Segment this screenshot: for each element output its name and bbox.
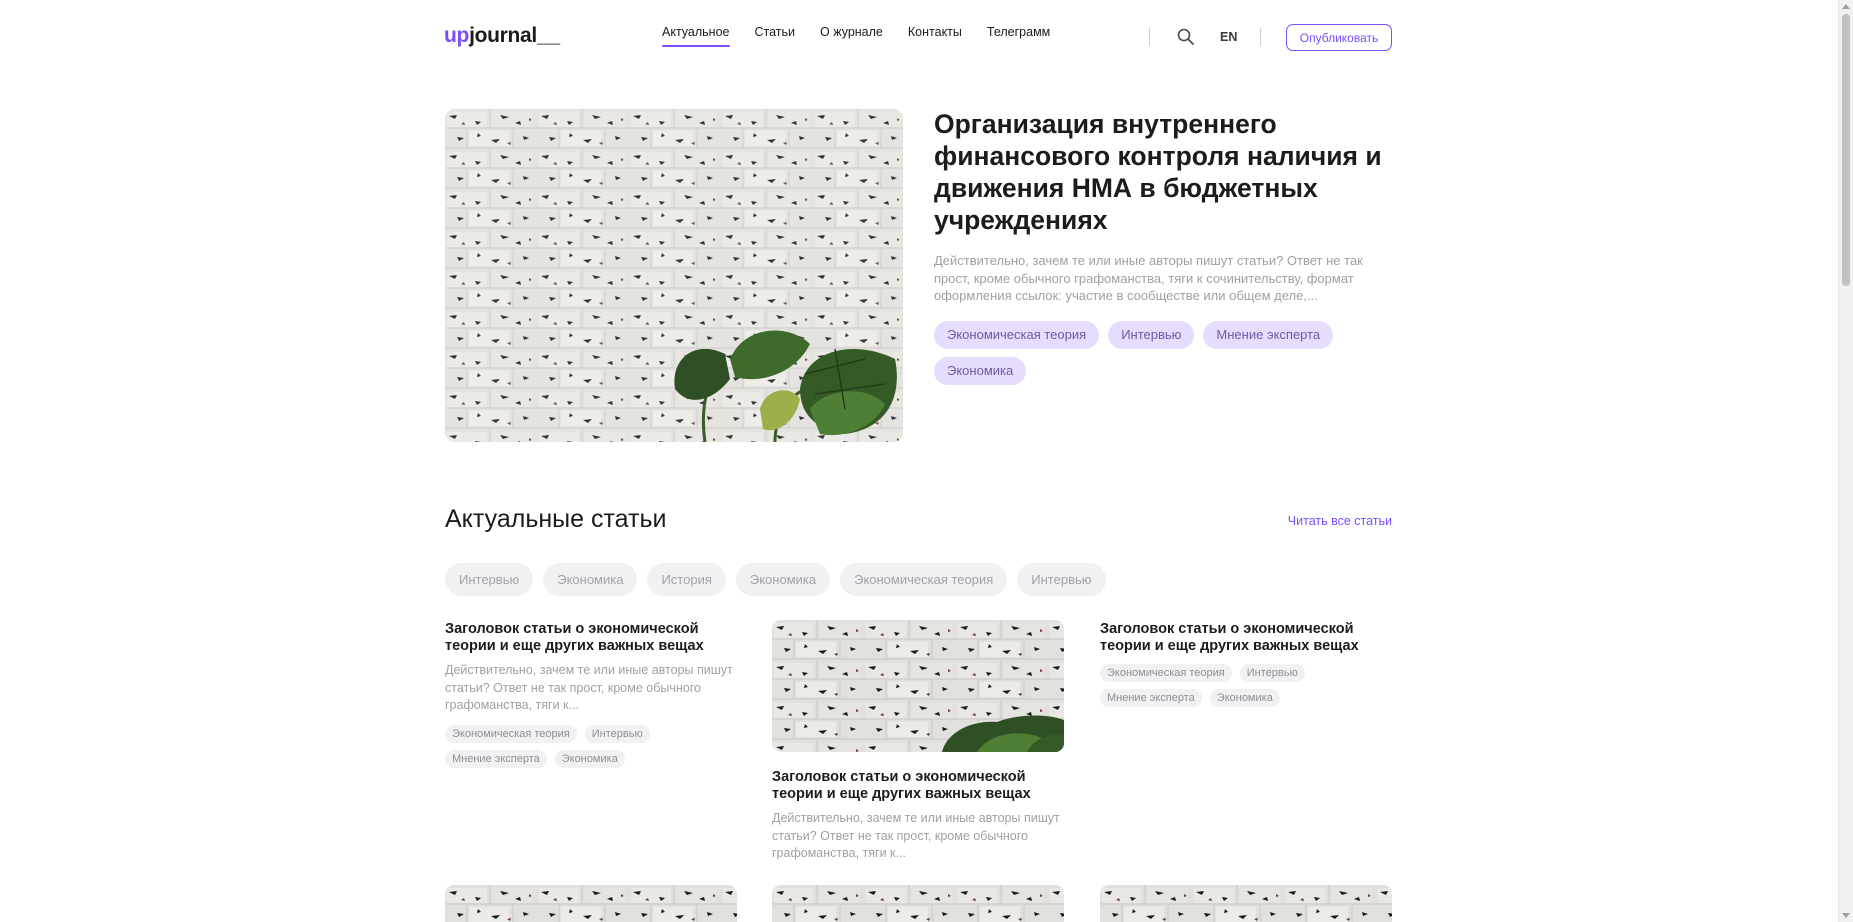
card-description: Действительно, зачем те или иные авторы …: [445, 663, 733, 712]
filter-pill[interactable]: Экономика: [735, 563, 831, 596]
main-nav: Актуальное Статьи О журнале Контакты Тел…: [662, 25, 1050, 47]
nav-item-articles[interactable]: Статьи: [755, 25, 796, 47]
section-title: Актуальные статьи: [445, 505, 667, 533]
header-divider: [1260, 28, 1261, 46]
nav-item-about[interactable]: О журнале: [820, 25, 883, 47]
scroll-down-arrow-icon[interactable]: [1842, 913, 1850, 918]
category-filters: Интервью Экономика История Экономика Эко…: [445, 563, 1106, 596]
card-title[interactable]: Заголовок статьи о экономической теории …: [1100, 621, 1392, 654]
tag-pill[interactable]: Экономика: [554, 749, 625, 768]
tag-pill[interactable]: Экономическая теория: [934, 320, 1100, 349]
nav-item-contacts[interactable]: Контакты: [908, 25, 962, 47]
card-image[interactable]: [772, 885, 1064, 922]
hero-description: Действительно, зачем те или иные авторы …: [934, 253, 1363, 303]
card-title[interactable]: Заголовок статьи о экономической теории …: [445, 621, 737, 654]
tag-pill[interactable]: Интервью: [1108, 320, 1195, 349]
card-title[interactable]: Заголовок статьи о экономической теории …: [772, 769, 1064, 802]
card-description: Действительно, зачем те или иные авторы …: [772, 811, 1060, 860]
tag-pill[interactable]: Мнение эксперта: [1100, 689, 1202, 707]
tag-pill[interactable]: Экономическая теория: [1100, 664, 1232, 682]
tag-pill[interactable]: Мнение эксперта: [445, 749, 547, 768]
filter-pill[interactable]: История: [647, 563, 726, 596]
language-switch[interactable]: EN: [1220, 30, 1237, 44]
card-tags: Экономическая теория Интервью Мнение экс…: [1100, 664, 1392, 707]
hero-article: Организация внутреннего финансового конт…: [934, 108, 1392, 385]
search-icon[interactable]: [1176, 27, 1196, 47]
publish-button[interactable]: Опубликовать: [1286, 24, 1392, 51]
tag-pill[interactable]: Экономика: [1209, 689, 1280, 707]
scroll-up-arrow-icon[interactable]: [1842, 4, 1850, 9]
tag-pill[interactable]: Мнение эксперта: [1203, 320, 1334, 349]
tag-pill[interactable]: Интервью: [584, 724, 650, 743]
card-image[interactable]: [1100, 885, 1392, 922]
filter-pill[interactable]: Интервью: [1017, 563, 1106, 596]
article-card[interactable]: Заголовок статьи о экономической теории …: [772, 620, 1064, 863]
filter-pill[interactable]: Экономическая теория: [840, 563, 1008, 596]
read-all-link[interactable]: Читать все статьи: [1288, 514, 1392, 528]
scrollbar[interactable]: [1838, 0, 1853, 922]
nav-item-actual[interactable]: Актуальное: [662, 25, 730, 47]
tag-pill[interactable]: Интервью: [1239, 664, 1305, 682]
filter-pill[interactable]: Экономика: [543, 563, 638, 596]
card-tags: Экономическая теория Интервью Мнение экс…: [445, 724, 737, 768]
card-image[interactable]: [772, 620, 1064, 752]
hero-image[interactable]: [445, 109, 903, 442]
card-image[interactable]: [445, 885, 737, 922]
logo[interactable]: upjournal__: [444, 24, 560, 48]
scrollbar-thumb[interactable]: [1842, 14, 1850, 286]
tag-pill[interactable]: Экономика: [934, 356, 1027, 385]
nav-item-telegram[interactable]: Телеграмм: [987, 25, 1050, 47]
hero-tags: Экономическая теория Интервью Мнение экс…: [934, 320, 1374, 385]
hero-title[interactable]: Организация внутреннего финансового конт…: [934, 108, 1392, 236]
header-divider: [1149, 28, 1150, 46]
tag-pill[interactable]: Экономическая теория: [445, 724, 577, 743]
site-header: upjournal__ Актуальное Статьи О журнале …: [444, 0, 1392, 72]
article-card[interactable]: Заголовок статьи о экономической теории …: [445, 621, 737, 768]
filter-pill[interactable]: Интервью: [445, 563, 534, 596]
article-card[interactable]: Заголовок статьи о экономической теории …: [1100, 621, 1392, 707]
